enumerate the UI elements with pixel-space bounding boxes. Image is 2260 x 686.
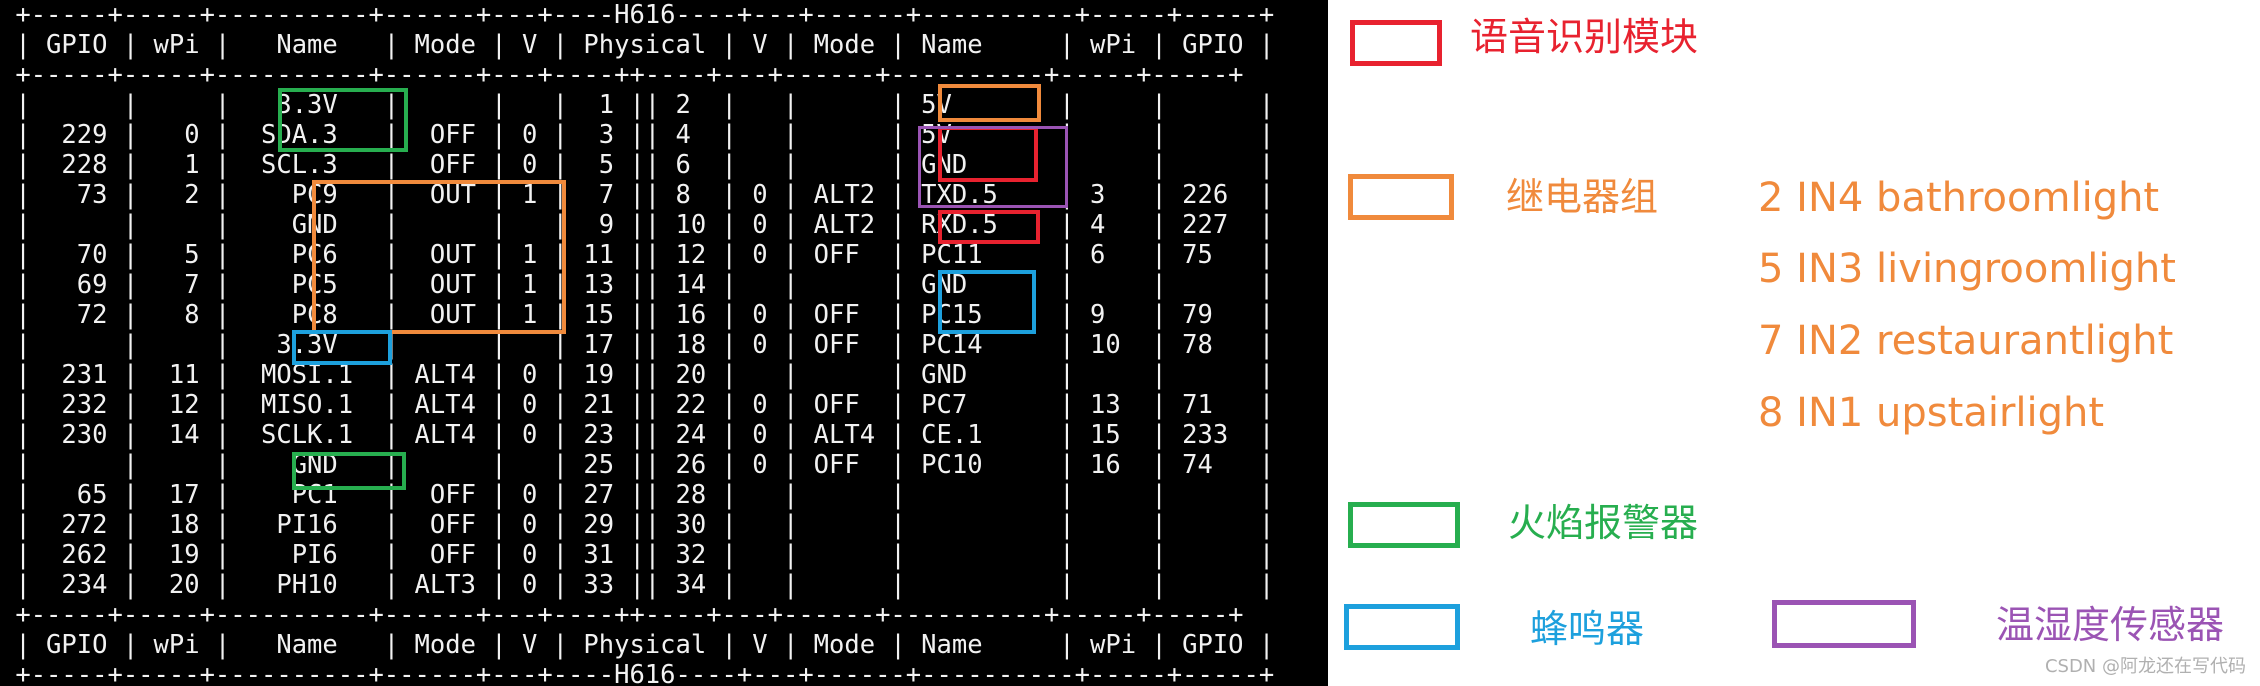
table-line: | | | GND | | | 25 || 26 | 0 | OFF | PC1… [0,450,1275,480]
table-line: | 228 | 1 | SCL.3 | OFF | 0 | 5 || 6 | |… [0,150,1275,180]
blue-highlight-3v3-pin17 [292,330,392,365]
table-line: | 232 | 12 | MISO.1 | ALT4 | 0 | 21 || 2… [0,390,1275,420]
legend-label-relay-group: 继电器组 [1506,175,1659,219]
table-line: | 262 | 19 | PI6 | OFF | 0 | 31 || 32 | … [0,540,1275,570]
screenshot: +-----+-----+----------+------+---+----H… [0,0,2260,686]
table-line: | 69 | 7 | PC5 | OUT | 1 | 13 || 14 | | … [0,270,1275,300]
legend-swatch-purple [1772,600,1916,648]
relay-note-4: 8 IN1 upstairlight [1758,390,2105,436]
legend-label-voice-module: 语音识别模块 [1470,15,1699,59]
table-line: | 234 | 20 | PH10 | ALT3 | 0 | 33 || 34 … [0,570,1275,600]
legend-label-buzzer: 蜂鸣器 [1530,607,1645,651]
green-highlight-3v3-sda3 [278,88,408,152]
table-line: | 70 | 5 | PC6 | OUT | 1 | 11 || 12 | 0 … [0,240,1275,270]
relay-note-3: 7 IN2 restaurantlight [1758,318,2174,364]
table-line: | | | 3.3V | | | 1 || 2 | | | 5V | | | [0,90,1275,120]
table-line: +-----+-----+----------+------+---+----H… [0,660,1275,686]
watermark: CSDN @阿龙还在写代码 [2044,656,2246,677]
purple-highlight-sensor [918,126,1068,208]
blue-highlight-gnd-pc15 [938,270,1036,334]
table-line: | 229 | 0 | SDA.3 | OFF | 0 | 3 || 4 | |… [0,120,1275,150]
relay-note-2: 5 IN3 livingroomlight [1758,246,2176,292]
table-line: | | | 3.3V | | | 17 || 18 | 0 | OFF | PC… [0,330,1275,360]
table-line: | GPIO | wPi | Name | Mode | V | Physica… [0,30,1275,60]
table-line: | 231 | 11 | MOSI.1 | ALT4 | 0 | 19 || 2… [0,360,1275,390]
gpio-table: +-----+-----+----------+------+---+----H… [0,0,1328,686]
legend-swatch-orange [1348,174,1454,220]
legend-swatch-green [1348,502,1460,548]
table-line: | 230 | 14 | SCLK.1 | ALT4 | 0 | 23 || 2… [0,420,1275,450]
table-line: | 72 | 8 | PC8 | OUT | 1 | 15 || 16 | 0 … [0,300,1275,330]
terminal-window: +-----+-----+----------+------+---+----H… [0,0,1328,686]
table-line: +-----+-----+----------+------+---+----+… [0,60,1244,90]
table-line: | | | GND | | | 9 || 10 | 0 | ALT2 | RXD… [0,210,1275,240]
legend-swatch-red [1350,20,1442,66]
red-highlight-rxd5 [938,210,1040,244]
relay-note-1: 2 IN4 bathroomlight [1758,175,2160,221]
table-line: | 65 | 17 | PC1 | OFF | 0 | 27 || 28 | |… [0,480,1275,510]
table-line: +-----+-----+----------+------+---+----+… [0,600,1244,630]
orange-highlight-relay-pins [312,180,566,334]
legend-swatch-blue [1344,604,1460,650]
green-highlight-gnd-pin25 [292,452,406,490]
legend-label-fire-alarm: 火焰报警器 [1508,501,1699,545]
legend-label-temp-humidity-sensor: 温湿度传感器 [1996,603,2225,647]
orange-highlight-pin2-5v [938,84,1041,122]
table-line: +-----+-----+----------+------+---+----H… [0,0,1275,30]
table-line: | GPIO | wPi | Name | Mode | V | Physica… [0,630,1275,660]
table-line: | 73 | 2 | PC9 | OUT | 1 | 7 || 8 | 0 | … [0,180,1275,210]
table-line: | 272 | 18 | PI16 | OFF | 0 | 29 || 30 |… [0,510,1275,540]
